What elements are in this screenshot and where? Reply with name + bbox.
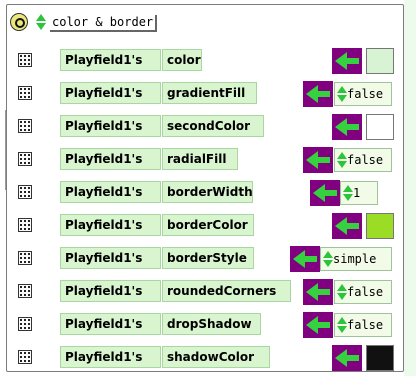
color-swatch[interactable] (366, 213, 394, 239)
assign-arrow-icon[interactable] (303, 312, 333, 338)
owner-tile[interactable]: Playfield1's (60, 148, 161, 170)
value-text: false (347, 285, 384, 299)
property-row-radialFill: Playfield1's radialFill false (0, 147, 416, 173)
tile-menu-icon[interactable] (18, 53, 32, 67)
owner-tile[interactable]: Playfield1's (60, 346, 161, 368)
collapse-button[interactable] (10, 13, 28, 31)
property-row-dropShadow: Playfield1's dropShadow false (0, 312, 416, 338)
arrow-down-icon[interactable] (337, 293, 347, 300)
property-tile[interactable]: dropShadow (162, 313, 261, 335)
viewer-frame: color & border Playfield1's color Playfiel… (0, 0, 416, 376)
value-field[interactable]: 1 (340, 181, 378, 205)
arrow-up-icon[interactable] (337, 86, 347, 93)
owner-tile[interactable]: Playfield1's (60, 280, 161, 302)
color-swatch[interactable] (366, 114, 394, 140)
property-row-borderStyle: Playfield1's borderStyle simple (0, 246, 416, 272)
value-arrows-icon[interactable] (337, 86, 347, 104)
arrow-down-icon[interactable] (36, 23, 46, 30)
value-arrows-icon[interactable] (337, 284, 347, 302)
arrow-down-icon[interactable] (337, 95, 347, 102)
value-arrows-icon[interactable] (343, 185, 353, 203)
arrow-up-icon[interactable] (337, 317, 347, 324)
owner-tile[interactable]: Playfield1's (60, 49, 161, 71)
value-text: 1 (353, 186, 361, 200)
property-tile[interactable]: shadowColor (162, 346, 270, 368)
category-header: color & border (10, 10, 310, 34)
value-arrows-icon[interactable] (323, 251, 333, 269)
owner-tile[interactable]: Playfield1's (60, 313, 161, 335)
value-text: false (347, 87, 384, 101)
property-row-shadowColor: Playfield1's shadowColor (0, 345, 416, 371)
color-swatch[interactable] (366, 48, 394, 74)
assign-arrow-icon[interactable] (332, 213, 362, 239)
owner-tile[interactable]: Playfield1's (60, 247, 161, 269)
property-row-roundedCorners: Playfield1's roundedCorners false (0, 279, 416, 305)
assign-arrow-icon[interactable] (290, 246, 320, 272)
arrow-up-icon[interactable] (337, 152, 347, 159)
property-row-borderWidth: Playfield1's borderWidth 1 (0, 180, 416, 206)
value-field[interactable]: false (334, 82, 392, 106)
value-field[interactable]: false (334, 148, 392, 172)
tile-menu-icon[interactable] (18, 185, 32, 199)
value-arrows-icon[interactable] (337, 152, 347, 170)
value-text: simple (333, 252, 377, 266)
tile-menu-icon[interactable] (18, 284, 32, 298)
property-tile[interactable]: gradientFill (162, 82, 257, 104)
property-tile[interactable]: color (162, 49, 202, 71)
tile-menu-icon[interactable] (18, 251, 32, 265)
arrow-up-icon[interactable] (343, 185, 353, 192)
property-row-color: Playfield1's color (0, 48, 416, 74)
owner-tile[interactable]: Playfield1's (60, 181, 161, 203)
assign-arrow-icon[interactable] (303, 81, 333, 107)
arrow-down-icon[interactable] (323, 260, 333, 267)
category-arrows-icon[interactable] (36, 13, 46, 31)
property-tile[interactable]: roundedCorners (162, 280, 291, 302)
owner-tile[interactable]: Playfield1's (60, 82, 161, 104)
owner-tile[interactable]: Playfield1's (60, 214, 161, 236)
tile-menu-icon[interactable] (18, 119, 32, 133)
category-label[interactable]: color & border (50, 15, 158, 32)
assign-arrow-icon[interactable] (332, 345, 362, 371)
value-text: false (347, 318, 384, 332)
property-row-secondColor: Playfield1's secondColor (0, 114, 416, 140)
assign-arrow-icon[interactable] (332, 48, 362, 74)
assign-arrow-icon[interactable] (310, 180, 340, 206)
value-field[interactable]: false (334, 313, 392, 337)
tile-menu-icon[interactable] (18, 86, 32, 100)
arrow-down-icon[interactable] (343, 194, 353, 201)
color-swatch[interactable] (366, 345, 394, 371)
value-text: false (347, 153, 384, 167)
assign-arrow-icon[interactable] (303, 279, 333, 305)
arrow-down-icon[interactable] (337, 326, 347, 333)
assign-arrow-icon[interactable] (303, 147, 333, 173)
assign-arrow-icon[interactable] (332, 114, 362, 140)
value-arrows-icon[interactable] (337, 317, 347, 335)
tile-menu-icon[interactable] (18, 317, 32, 331)
value-field[interactable]: false (334, 280, 392, 304)
property-tile[interactable]: borderColor (162, 214, 254, 236)
tile-menu-icon[interactable] (18, 152, 32, 166)
value-field[interactable]: simple (320, 247, 392, 271)
property-row-gradientFill: Playfield1's gradientFill false (0, 81, 416, 107)
arrow-up-icon[interactable] (337, 284, 347, 291)
arrow-up-icon[interactable] (323, 251, 333, 258)
arrow-up-icon[interactable] (36, 14, 46, 21)
property-tile[interactable]: radialFill (162, 148, 238, 170)
property-tile[interactable]: borderStyle (162, 247, 254, 269)
arrow-down-icon[interactable] (337, 161, 347, 168)
tile-menu-icon[interactable] (18, 350, 32, 364)
property-tile[interactable]: secondColor (162, 115, 264, 137)
owner-tile[interactable]: Playfield1's (60, 115, 161, 137)
property-tile[interactable]: borderWidth (162, 181, 253, 203)
tile-menu-icon[interactable] (18, 218, 32, 232)
property-row-borderColor: Playfield1's borderColor (0, 213, 416, 239)
